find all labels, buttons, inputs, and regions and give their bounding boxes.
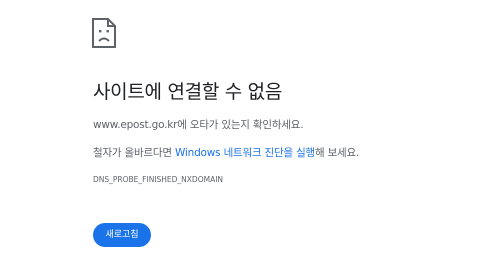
sad-document-icon (92, 18, 116, 48)
diagnostics-prefix: 철자가 올바르다면 (93, 147, 175, 159)
network-diagnostics-link[interactable]: Windows 네트워크 진단을 실행 (175, 147, 315, 159)
typo-suggestion-text: 에 오타가 있는지 확인하세요. (177, 119, 304, 131)
page-title: 사이트에 연결할 수 없음 (93, 81, 283, 103)
error-page: 사이트에 연결할 수 없음 www.epost.go.kr에 오타가 있는지 확… (0, 0, 480, 270)
diagnostics-suggestion: 철자가 올바르다면 Windows 네트워크 진단을 실행해 보세요. (93, 145, 359, 160)
domain-text: www.epost.go.kr (93, 119, 178, 131)
error-code: DNS_PROBE_FINISHED_NXDOMAIN (93, 175, 224, 184)
typo-suggestion: www.epost.go.kr에 오타가 있는지 확인하세요. (93, 117, 304, 132)
diagnostics-suffix: 해 보세요. (315, 147, 360, 159)
reload-button[interactable]: 새로고침 (93, 223, 151, 247)
